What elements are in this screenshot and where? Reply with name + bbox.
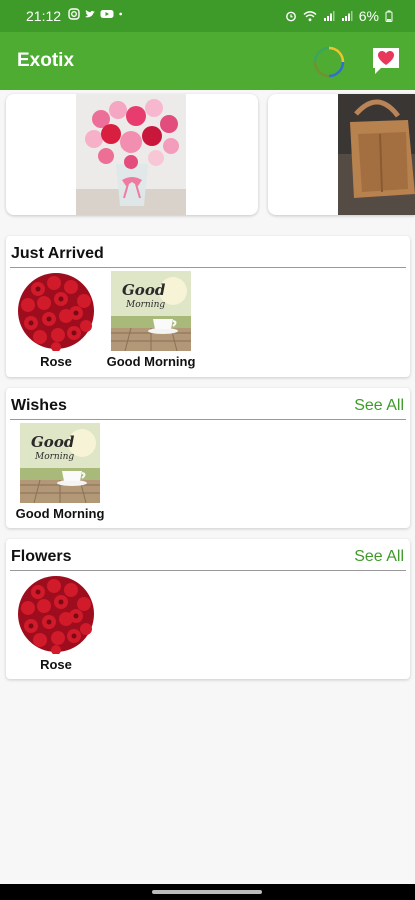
twitter-icon — [85, 10, 95, 18]
svg-text:Good: Good — [31, 433, 75, 451]
banner-card[interactable] — [6, 94, 258, 215]
section-flowers: Flowers See All Rose — [6, 539, 410, 679]
section-title: Wishes — [11, 397, 67, 414]
handbag-image — [338, 94, 415, 215]
section-divider — [10, 267, 406, 268]
battery-percent: 6% — [358, 8, 379, 24]
svg-text:Morning: Morning — [125, 300, 165, 310]
alarm-icon — [285, 11, 296, 22]
battery-icon — [385, 10, 393, 22]
red-roses-image — [16, 271, 96, 351]
favorites-heart-icon[interactable] — [369, 44, 403, 78]
item-label: Good Morning — [15, 506, 105, 521]
svg-text:Good: Good — [122, 281, 166, 299]
see-all-link[interactable]: See All — [354, 397, 404, 415]
app-title: Exotix — [17, 50, 75, 71]
signal-icon — [323, 11, 335, 21]
system-nav-bar — [0, 884, 415, 900]
product-item-good-morning[interactable]: Good Morning Good Morning — [105, 271, 197, 369]
section-wishes: Wishes See All Good Morning Good Morning — [6, 388, 410, 528]
signal-icon — [341, 11, 353, 21]
section-divider — [10, 419, 406, 420]
app-bar: Exotix — [0, 32, 415, 90]
section-just-arrived: Just Arrived Rose Good Morning Good Morn… — [6, 236, 410, 377]
dot-icon — [119, 12, 122, 16]
loading-spinner-icon — [313, 46, 345, 78]
youtube-icon — [100, 10, 114, 18]
red-roses-image — [16, 574, 96, 654]
product-item-good-morning[interactable]: Good Morning Good Morning — [14, 423, 106, 521]
section-title: Flowers — [11, 548, 72, 565]
banner-card[interactable] — [268, 94, 415, 215]
item-label: Rose — [40, 657, 72, 672]
status-bar: 21:12 6% — [0, 0, 415, 32]
section-title: Just Arrived — [11, 245, 104, 262]
wifi-icon — [303, 11, 317, 22]
status-time: 21:12 — [26, 8, 62, 24]
see-all-link[interactable]: See All — [354, 548, 404, 566]
good-morning-coffee-image: Good Morning — [111, 271, 191, 351]
product-item-rose[interactable]: Rose — [10, 574, 102, 672]
good-morning-coffee-image: Good Morning — [20, 423, 100, 503]
item-label: Rose — [40, 354, 72, 369]
flower-bouquet-image — [76, 94, 186, 215]
instagram-icon — [68, 8, 80, 20]
section-divider — [10, 570, 406, 571]
item-label: Good Morning — [106, 354, 196, 369]
svg-text:Morning: Morning — [34, 452, 74, 462]
home-gesture-bar[interactable] — [152, 890, 262, 894]
product-item-rose[interactable]: Rose — [10, 271, 102, 369]
